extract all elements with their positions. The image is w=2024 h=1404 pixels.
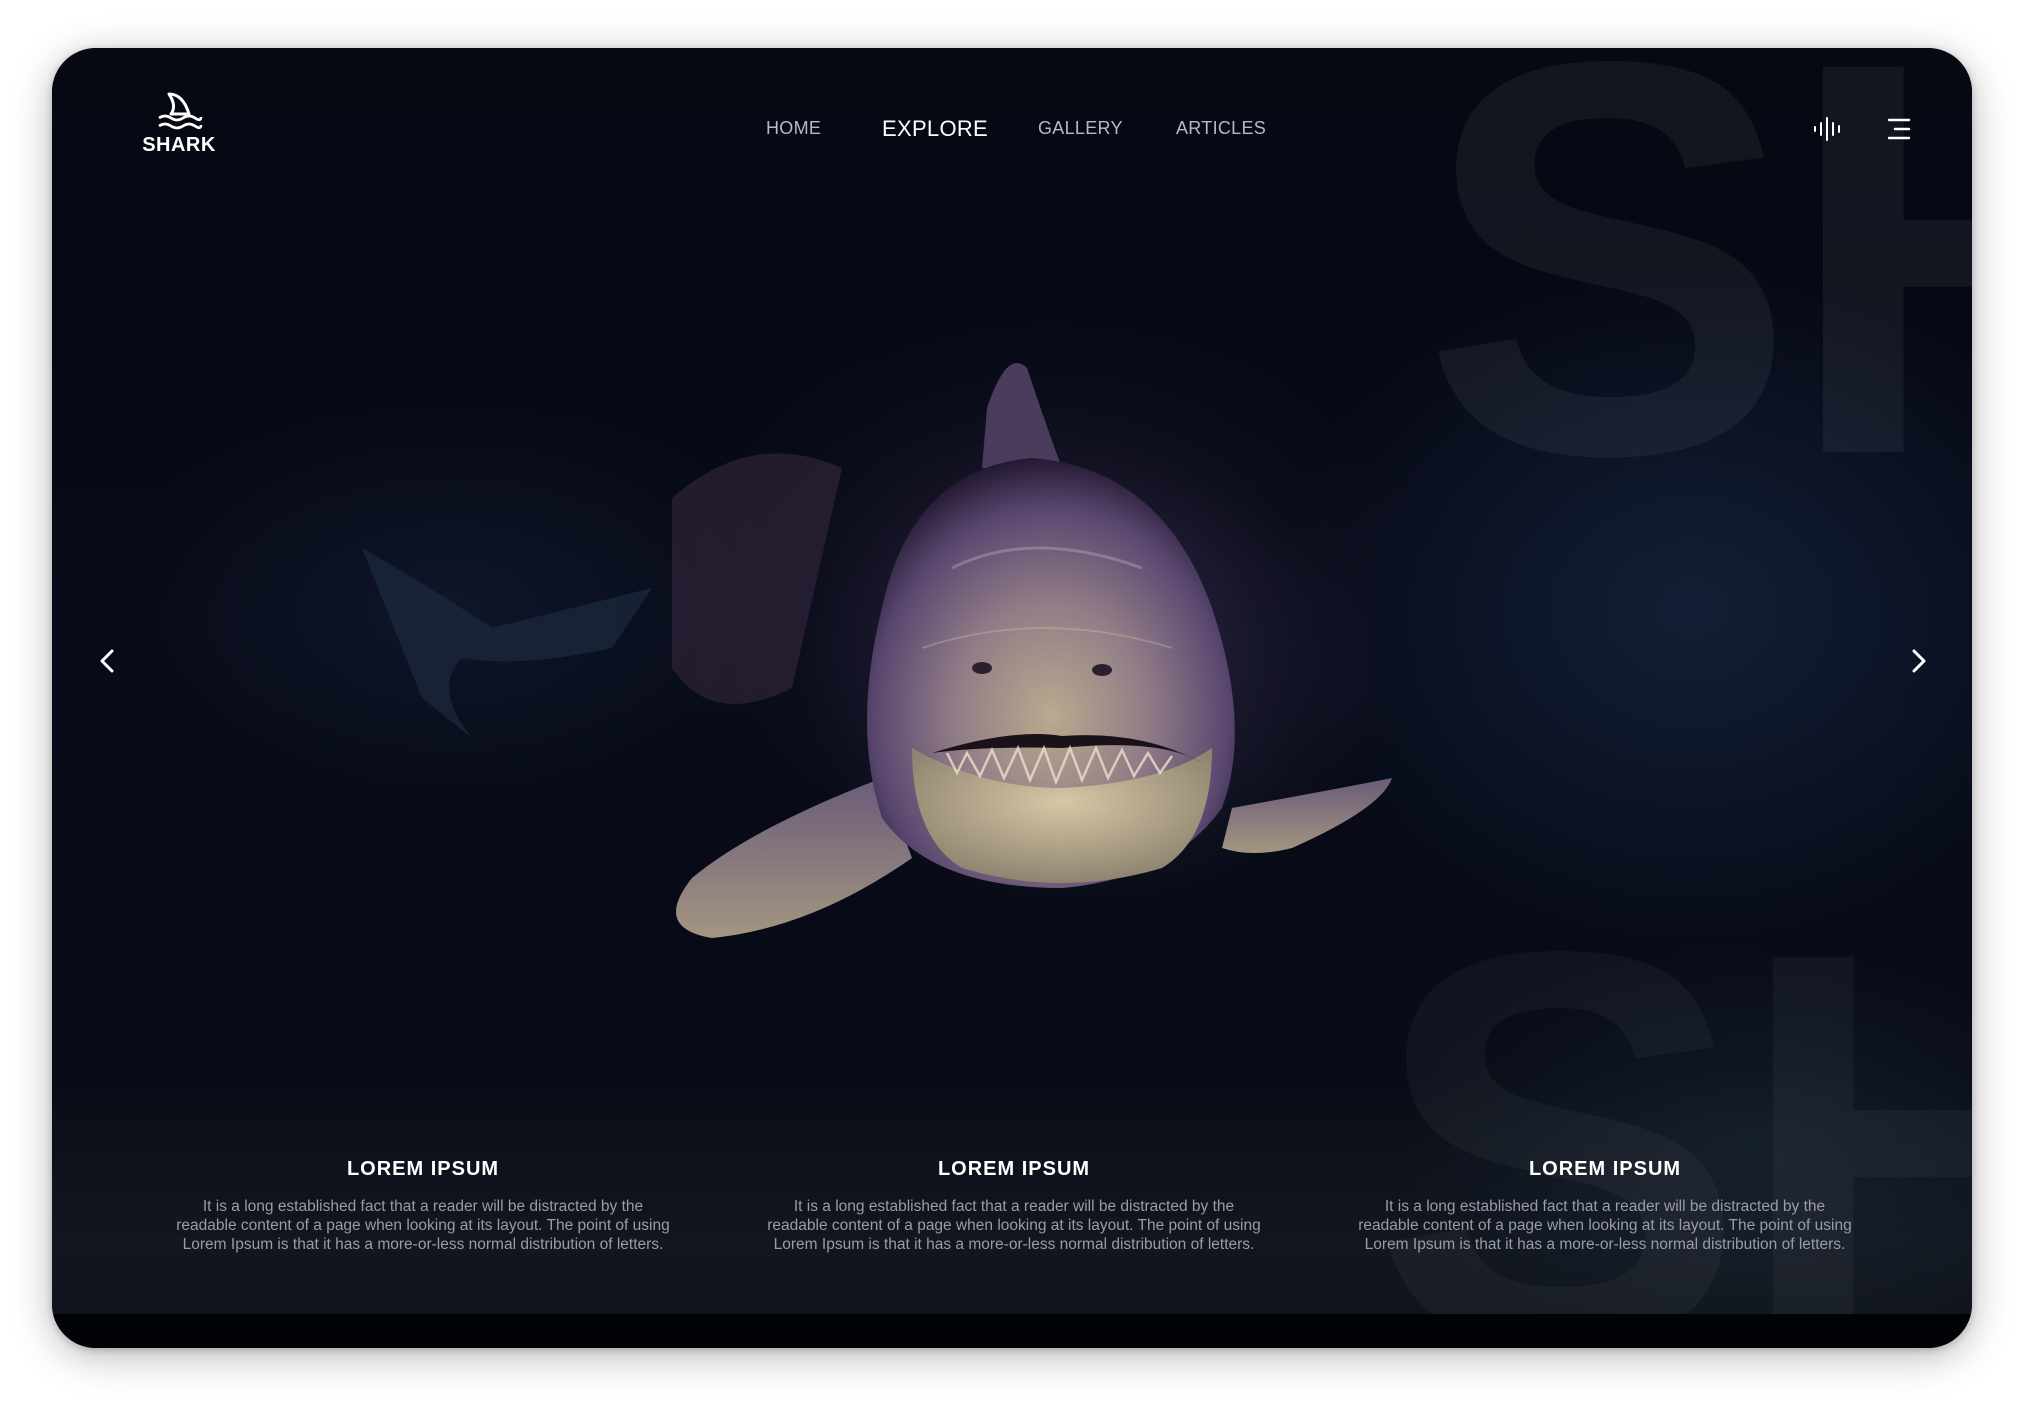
- nav-item-explore[interactable]: EXPLORE: [882, 116, 988, 142]
- main-nav: HOME EXPLORE GALLERY ARTICLES: [52, 116, 1972, 158]
- nav-item-articles[interactable]: ARTICLES: [1176, 118, 1266, 139]
- nav-item-home[interactable]: HOME: [766, 118, 821, 139]
- chevron-right-icon[interactable]: [1904, 642, 1932, 680]
- sound-wave-icon[interactable]: [1812, 114, 1842, 144]
- info-body: It is a long established fact that a rea…: [176, 1198, 670, 1253]
- info-column-2: LOREM IPSUM It is a long established fac…: [764, 1158, 1264, 1254]
- info-body: It is a long established fact that a rea…: [767, 1198, 1261, 1253]
- nav-item-gallery[interactable]: GALLERY: [1038, 118, 1123, 139]
- hamburger-menu-icon[interactable]: [1886, 116, 1912, 142]
- info-title: LOREM IPSUM: [1528, 1158, 1682, 1180]
- info-body: It is a long established fact that a rea…: [1358, 1198, 1852, 1253]
- shark-photo: [362, 268, 1472, 948]
- info-title: LOREM IPSUM: [346, 1158, 500, 1180]
- info-column-3: LOREM IPSUM It is a long established fac…: [1355, 1158, 1855, 1254]
- bottom-strip: [52, 1314, 1972, 1348]
- info-column-1: LOREM IPSUM It is a long established fac…: [173, 1158, 673, 1254]
- app-window: SH SH: [52, 48, 1972, 1348]
- info-title: LOREM IPSUM: [937, 1158, 1091, 1180]
- chevron-left-icon[interactable]: [94, 642, 122, 680]
